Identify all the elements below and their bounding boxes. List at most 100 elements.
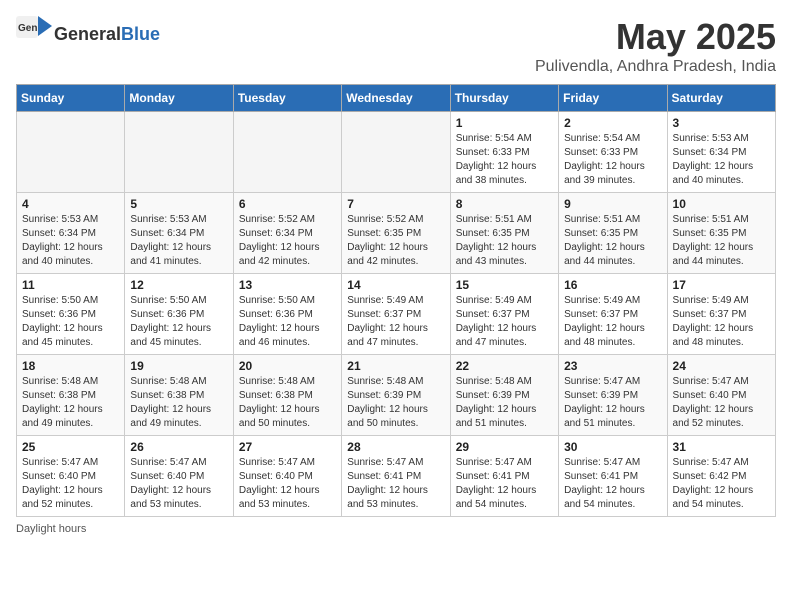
logo-icon: Gen — [16, 16, 52, 52]
calendar-cell: 6 Sunrise: 5:52 AMSunset: 6:34 PMDaylight… — [233, 193, 341, 274]
day-info: Sunrise: 5:53 AMSunset: 6:34 PMDaylight:… — [130, 213, 227, 269]
day-number: 3 — [673, 116, 770, 130]
day-number: 17 — [673, 278, 770, 292]
calendar-header-saturday: Saturday — [667, 85, 775, 112]
day-number: 16 — [564, 278, 661, 292]
calendar-week-3: 11 Sunrise: 5:50 AMSunset: 6:36 PMDayligh… — [17, 274, 776, 355]
day-number: 30 — [564, 440, 661, 454]
calendar-header-thursday: Thursday — [450, 85, 558, 112]
day-number: 2 — [564, 116, 661, 130]
calendar-cell: 5 Sunrise: 5:53 AMSunset: 6:34 PMDaylight… — [125, 193, 233, 274]
calendar-header-row: SundayMondayTuesdayWednesdayThursdayFrid… — [17, 85, 776, 112]
calendar-header-sunday: Sunday — [17, 85, 125, 112]
calendar-cell: 3Sunrise: 5:53 AMSunset: 6:34 PMDaylight… — [667, 112, 775, 193]
day-info: Sunrise: 5:50 AMSunset: 6:36 PMDaylight:… — [239, 294, 336, 350]
day-number: 19 — [130, 359, 227, 373]
day-info: Sunrise: 5:48 AMSunset: 6:38 PMDaylight:… — [22, 375, 119, 431]
calendar-cell: 15 Sunrise: 5:49 AMSunset: 6:37 PMDayligh… — [450, 274, 558, 355]
day-info: Sunrise: 5:51 AMSunset: 6:35 PMDaylight:… — [564, 213, 661, 269]
calendar-cell: 31 Sunrise: 5:47 AMSunset: 6:42 PMDayligh… — [667, 436, 775, 517]
day-info: Sunrise: 5:47 AMSunset: 6:40 PMDaylight:… — [130, 456, 227, 512]
calendar-cell: 27 Sunrise: 5:47 AMSunset: 6:40 PMDayligh… — [233, 436, 341, 517]
day-info: Sunrise: 5:52 AMSunset: 6:34 PMDaylight:… — [239, 213, 336, 269]
calendar-cell: 18 Sunrise: 5:48 AMSunset: 6:38 PMDayligh… — [17, 355, 125, 436]
calendar-cell: 9 Sunrise: 5:51 AMSunset: 6:35 PMDaylight… — [559, 193, 667, 274]
title-block: May 2025 Pulivendla, Andhra Pradesh, Ind… — [535, 16, 776, 76]
day-number: 14 — [347, 278, 444, 292]
day-number: 15 — [456, 278, 553, 292]
calendar-cell — [233, 112, 341, 193]
day-number: 23 — [564, 359, 661, 373]
calendar-cell: 2Sunrise: 5:54 AMSunset: 6:33 PMDaylight… — [559, 112, 667, 193]
calendar-cell: 25Sunrise: 5:47 AMSunset: 6:40 PMDayligh… — [17, 436, 125, 517]
calendar-cell: 17 Sunrise: 5:49 AMSunset: 6:37 PMDayligh… — [667, 274, 775, 355]
day-info: Sunrise: 5:48 AMSunset: 6:38 PMDaylight:… — [239, 375, 336, 431]
calendar-cell — [17, 112, 125, 193]
day-info: Sunrise: 5:47 AMSunset: 6:41 PMDaylight:… — [456, 456, 553, 512]
calendar-week-1: 1Sunrise: 5:54 AMSunset: 6:33 PMDaylight… — [17, 112, 776, 193]
day-info: Sunrise: 5:47 AMSunset: 6:40 PMDaylight:… — [239, 456, 336, 512]
calendar-cell: 8 Sunrise: 5:51 AMSunset: 6:35 PMDaylight… — [450, 193, 558, 274]
day-number: 1 — [456, 116, 553, 130]
calendar-cell: 1Sunrise: 5:54 AMSunset: 6:33 PMDaylight… — [450, 112, 558, 193]
day-info: Sunrise: 5:51 AMSunset: 6:35 PMDaylight:… — [456, 213, 553, 269]
calendar-cell: 24 Sunrise: 5:47 AMSunset: 6:40 PMDayligh… — [667, 355, 775, 436]
calendar-cell — [342, 112, 450, 193]
calendar-cell: 22 Sunrise: 5:48 AMSunset: 6:39 PMDayligh… — [450, 355, 558, 436]
calendar-week-2: 4Sunrise: 5:53 AMSunset: 6:34 PMDaylight… — [17, 193, 776, 274]
day-info: Sunrise: 5:47 AMSunset: 6:41 PMDaylight:… — [347, 456, 444, 512]
day-number: 5 — [130, 197, 227, 211]
day-info: Sunrise: 5:47 AMSunset: 6:42 PMDaylight:… — [673, 456, 770, 512]
day-info: Sunrise: 5:52 AMSunset: 6:35 PMDaylight:… — [347, 213, 444, 269]
calendar-cell: 14 Sunrise: 5:49 AMSunset: 6:37 PMDayligh… — [342, 274, 450, 355]
logo-blue-text: Blue — [121, 24, 160, 44]
day-info: Sunrise: 5:47 AMSunset: 6:39 PMDaylight:… — [564, 375, 661, 431]
note-text: Daylight hours — [16, 523, 86, 535]
day-info: Sunrise: 5:47 AMSunset: 6:40 PMDaylight:… — [673, 375, 770, 431]
calendar-cell: 19 Sunrise: 5:48 AMSunset: 6:38 PMDayligh… — [125, 355, 233, 436]
calendar-cell: 21Sunrise: 5:48 AMSunset: 6:39 PMDayligh… — [342, 355, 450, 436]
day-info: Sunrise: 5:48 AMSunset: 6:38 PMDaylight:… — [130, 375, 227, 431]
day-info: Sunrise: 5:50 AMSunset: 6:36 PMDaylight:… — [130, 294, 227, 350]
day-info: Sunrise: 5:49 AMSunset: 6:37 PMDaylight:… — [564, 294, 661, 350]
day-info: Sunrise: 5:49 AMSunset: 6:37 PMDaylight:… — [347, 294, 444, 350]
location-text: Pulivendla, Andhra Pradesh, India — [535, 58, 776, 76]
day-info: Sunrise: 5:48 AMSunset: 6:39 PMDaylight:… — [347, 375, 444, 431]
day-number: 20 — [239, 359, 336, 373]
logo: Gen GeneralBlue — [16, 16, 160, 52]
day-info: Sunrise: 5:49 AMSunset: 6:37 PMDaylight:… — [456, 294, 553, 350]
day-info: Sunrise: 5:49 AMSunset: 6:37 PMDaylight:… — [673, 294, 770, 350]
calendar-cell: 28 Sunrise: 5:47 AMSunset: 6:41 PMDayligh… — [342, 436, 450, 517]
day-info: Sunrise: 5:53 AMSunset: 6:34 PMDaylight:… — [22, 213, 119, 269]
calendar-cell: 13 Sunrise: 5:50 AMSunset: 6:36 PMDayligh… — [233, 274, 341, 355]
calendar-week-4: 18 Sunrise: 5:48 AMSunset: 6:38 PMDayligh… — [17, 355, 776, 436]
day-info: Sunrise: 5:48 AMSunset: 6:39 PMDaylight:… — [456, 375, 553, 431]
day-number: 28 — [347, 440, 444, 454]
day-info: Sunrise: 5:47 AMSunset: 6:41 PMDaylight:… — [564, 456, 661, 512]
calendar-table: SundayMondayTuesdayWednesdayThursdayFrid… — [16, 84, 776, 517]
day-info: Sunrise: 5:51 AMSunset: 6:35 PMDaylight:… — [673, 213, 770, 269]
calendar-cell: 20 Sunrise: 5:48 AMSunset: 6:38 PMDayligh… — [233, 355, 341, 436]
day-number: 26 — [130, 440, 227, 454]
calendar-cell: 23 Sunrise: 5:47 AMSunset: 6:39 PMDayligh… — [559, 355, 667, 436]
day-info: Sunrise: 5:50 AMSunset: 6:36 PMDaylight:… — [22, 294, 119, 350]
month-title: May 2025 — [535, 16, 776, 58]
day-number: 24 — [673, 359, 770, 373]
svg-text:Gen: Gen — [18, 23, 37, 34]
day-number: 9 — [564, 197, 661, 211]
calendar-cell: 4Sunrise: 5:53 AMSunset: 6:34 PMDaylight… — [17, 193, 125, 274]
day-number: 31 — [673, 440, 770, 454]
day-number: 13 — [239, 278, 336, 292]
day-number: 22 — [456, 359, 553, 373]
day-number: 6 — [239, 197, 336, 211]
calendar-cell: 12Sunrise: 5:50 AMSunset: 6:36 PMDayligh… — [125, 274, 233, 355]
calendar-header-friday: Friday — [559, 85, 667, 112]
day-number: 8 — [456, 197, 553, 211]
calendar-header-tuesday: Tuesday — [233, 85, 341, 112]
day-number: 10 — [673, 197, 770, 211]
day-number: 18 — [22, 359, 119, 373]
logo-general-text: General — [54, 24, 121, 44]
day-info: Sunrise: 5:47 AMSunset: 6:40 PMDaylight:… — [22, 456, 119, 512]
day-number: 27 — [239, 440, 336, 454]
day-number: 11 — [22, 278, 119, 292]
